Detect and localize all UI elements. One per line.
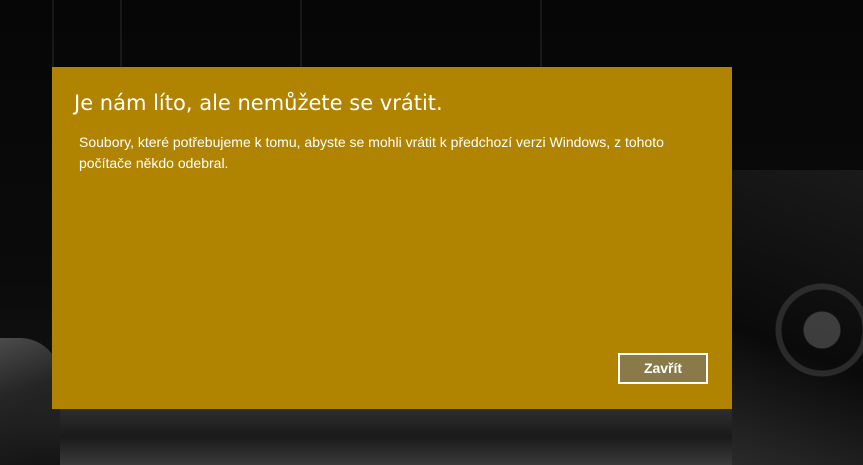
- background-car-bottom: [60, 409, 732, 465]
- rollback-error-dialog: Je nám líto, ale nemůžete se vrátit. Sou…: [52, 67, 732, 409]
- dialog-title: Je nám líto, ale nemůžete se vrátit.: [74, 91, 443, 115]
- background-car-right: [732, 170, 863, 465]
- background-stripe: [540, 0, 542, 70]
- dialog-message: Soubory, které potřebujeme k tomu, abyst…: [79, 134, 664, 171]
- background-stripe: [52, 0, 54, 70]
- close-button[interactable]: Zavřít: [618, 353, 708, 384]
- background-car-left: [0, 338, 60, 465]
- background-stripe: [120, 0, 122, 70]
- background-stripe: [300, 0, 302, 70]
